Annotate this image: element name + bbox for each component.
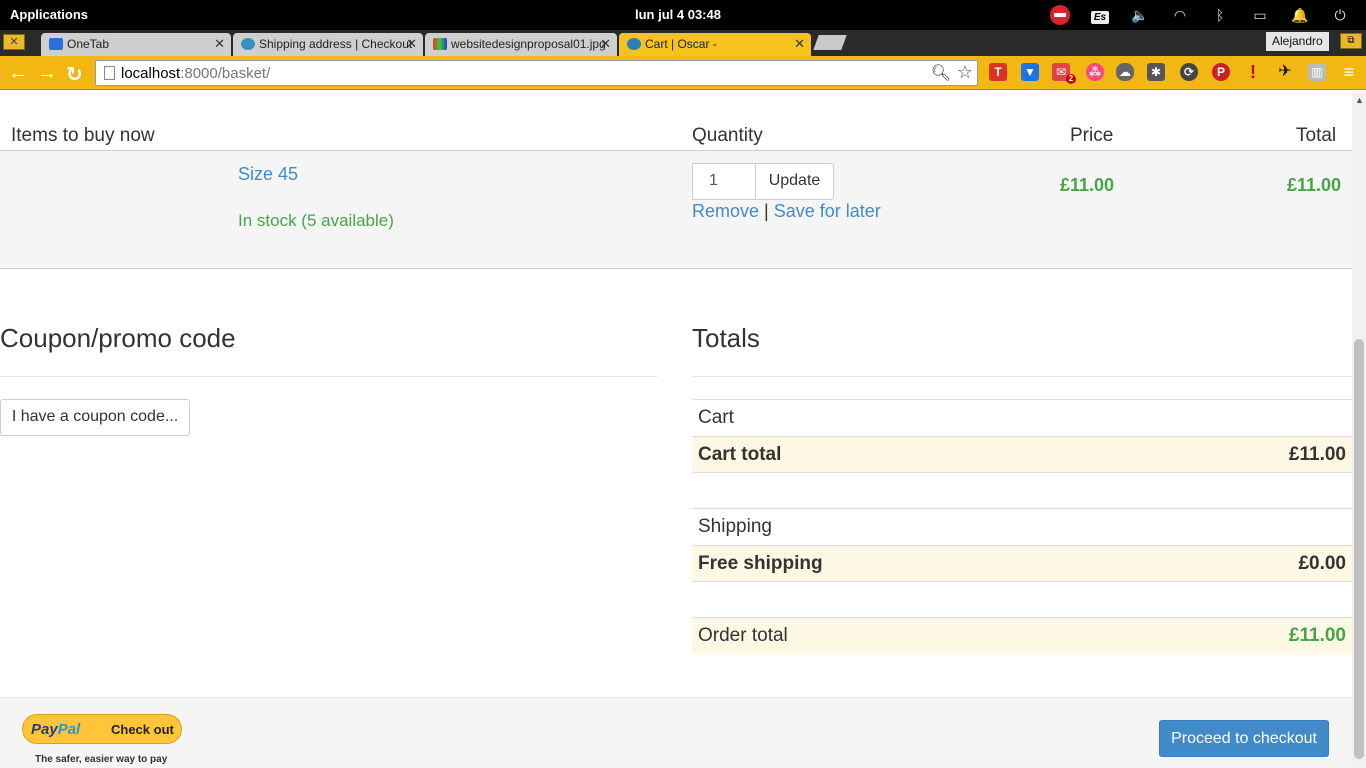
window-close-button[interactable]: ✕	[3, 34, 25, 50]
page-scrollbar[interactable]: ▲	[1352, 91, 1366, 768]
power-icon[interactable]: ⏻	[1320, 7, 1360, 24]
cart-label: Cart	[698, 407, 734, 428]
order-total-value: £11.00	[1288, 625, 1346, 646]
coupon-divider	[0, 376, 658, 377]
coupon-heading: Coupon/promo code	[0, 323, 236, 353]
back-arrow-icon[interactable]: ←	[8, 62, 28, 85]
pinterest-extension-icon[interactable]: P	[1212, 63, 1230, 81]
battery-icon[interactable]: ▭	[1240, 7, 1280, 24]
tab-cart-oscar[interactable]: Cart | Oscar - ✕	[619, 33, 811, 56]
coupon-code-button[interactable]: I have a coupon code...	[0, 399, 190, 436]
remove-link[interactable]: Remove	[692, 201, 759, 221]
tab-shipping-address[interactable]: Shipping address | Checkout ✕	[233, 33, 423, 56]
header-total: Total	[1296, 125, 1337, 146]
cart-subheading-row: Cart	[692, 399, 1352, 436]
scrollbar-thumb[interactable]	[1354, 339, 1364, 759]
product-variant-link[interactable]: Size 45	[238, 164, 298, 185]
address-bar[interactable]: localhost:8000/basket/ 🔍︎ ☆	[95, 60, 978, 86]
line-actions: Remove | Save for later	[692, 201, 881, 222]
tab-close-icon[interactable]: ✕	[600, 36, 611, 52]
scroll-up-arrow-icon[interactable]: ▲	[1355, 95, 1364, 105]
reload-icon[interactable]: ↻	[66, 62, 83, 87]
paypal-logo: PayPal	[31, 721, 81, 738]
alert-extension-icon[interactable]: !	[1244, 63, 1262, 81]
totals-divider	[692, 376, 1352, 377]
shipping-label: Shipping	[698, 516, 772, 537]
shipping-subheading-row: Shipping	[692, 508, 1352, 545]
system-top-bar: Applications lun jul 4 03:48 Es 🔈 ◠ ᛒ ▭ …	[0, 0, 1366, 30]
clock[interactable]: lun jul 4 03:48	[635, 7, 721, 22]
mail-count-badge: 2	[1066, 74, 1076, 84]
proceed-to-checkout-button[interactable]: Proceed to checkout	[1159, 720, 1329, 757]
line-price: £11.00	[1060, 175, 1115, 195]
puzzle-extension-icon[interactable]: ✱	[1147, 63, 1165, 81]
clipboard-extension-icon[interactable]: ▥	[1308, 63, 1326, 81]
checkout-actions-bar: PayPal Check out The safer, easier way t…	[0, 697, 1352, 768]
order-total-row: Order total £11.00	[692, 617, 1352, 654]
oscar-favicon-icon	[241, 38, 255, 50]
paypal-checkout-button[interactable]: PayPal Check out	[22, 714, 182, 744]
volume-icon[interactable]: 🔈	[1120, 7, 1160, 24]
header-price: Price	[1070, 125, 1114, 146]
basket-page: Items to buy now Quantity Price Total Si…	[0, 91, 1352, 768]
browser-toolbar: ← → ↻ localhost:8000/basket/ 🔍︎ ☆ T ▼ ✉ …	[0, 56, 1366, 90]
new-tab-button[interactable]	[813, 35, 847, 50]
zoom-icon[interactable]: 🔍︎	[931, 63, 951, 83]
oscar-favicon-icon	[627, 38, 641, 50]
bird-extension-icon[interactable]: ✈	[1276, 63, 1294, 81]
onetab-favicon-icon	[49, 38, 63, 50]
forward-arrow-icon[interactable]: →	[37, 62, 57, 85]
system-tray: Es 🔈 ◠ ᛒ ▭ 🔔 ⏻	[1040, 0, 1360, 30]
asana-extension-icon[interactable]: ⁂	[1086, 63, 1104, 81]
header-quantity: Quantity	[692, 125, 763, 146]
notifications-bell-icon[interactable]: 🔔	[1280, 7, 1320, 24]
wifi-icon[interactable]: ◠	[1160, 7, 1200, 24]
cart-total-label: Cart total	[698, 444, 782, 465]
shipping-method-label: Free shipping	[698, 553, 823, 574]
cart-total-value: £11.00	[1288, 444, 1346, 465]
tab-close-icon[interactable]: ✕	[406, 36, 417, 52]
onetab-extension-icon[interactable]: ▼	[1021, 63, 1039, 81]
tab-design-proposal-image[interactable]: websitedesignproposal01.jpg ✕	[425, 33, 617, 56]
order-total-label: Order total	[698, 625, 788, 646]
page-icon	[104, 66, 115, 80]
keyboard-layout-indicator[interactable]: Es	[1080, 7, 1120, 24]
paypal-tagline: The safer, easier way to pay	[35, 754, 168, 765]
basket-table-header: Items to buy now Quantity Price Total	[0, 103, 1352, 151]
bluetooth-icon[interactable]: ᛒ	[1200, 7, 1240, 23]
cloud-extension-icon[interactable]: ☁	[1116, 63, 1134, 81]
shipping-value: £0.00	[1298, 553, 1346, 574]
profile-button[interactable]: Alejandro	[1266, 32, 1329, 51]
quantity-input[interactable]: 1	[692, 163, 756, 200]
do-not-disturb-icon[interactable]	[1040, 5, 1080, 25]
tab-close-icon[interactable]: ✕	[794, 36, 805, 52]
extension-t-icon[interactable]: T	[989, 63, 1007, 81]
applications-menu[interactable]: Applications	[10, 7, 88, 22]
tab-onetab[interactable]: OneTab ✕	[41, 33, 231, 56]
bookmark-star-icon[interactable]: ☆	[957, 62, 973, 83]
action-separator: |	[764, 201, 769, 221]
cart-total-row: Cart total £11.00	[692, 436, 1352, 473]
chrome-menu-icon[interactable]: ≡	[1340, 63, 1358, 81]
paypal-checkout-label: Check out	[111, 722, 174, 737]
tab-close-icon[interactable]: ✕	[214, 36, 225, 52]
window-restore-button[interactable]: ⧉	[1340, 33, 1362, 49]
header-items: Items to buy now	[11, 125, 155, 146]
browser-tab-strip: ✕ OneTab ✕ Shipping address | Checkout ✕…	[0, 30, 1366, 56]
image-favicon-icon	[433, 38, 447, 50]
shipping-method-row: Free shipping £0.00	[692, 545, 1352, 582]
save-for-later-link[interactable]: Save for later	[774, 201, 881, 221]
line-total: £11.00	[1287, 175, 1342, 195]
availability-text: In stock (5 available)	[238, 211, 394, 230]
totals-heading: Totals	[692, 323, 760, 353]
sync-extension-icon[interactable]: ⟳	[1180, 63, 1198, 81]
url-text[interactable]: localhost:8000/basket/	[121, 65, 270, 82]
update-button[interactable]: Update	[755, 163, 834, 200]
basket-line-row: Size 45 In stock (5 available) 1 Update …	[0, 151, 1352, 269]
